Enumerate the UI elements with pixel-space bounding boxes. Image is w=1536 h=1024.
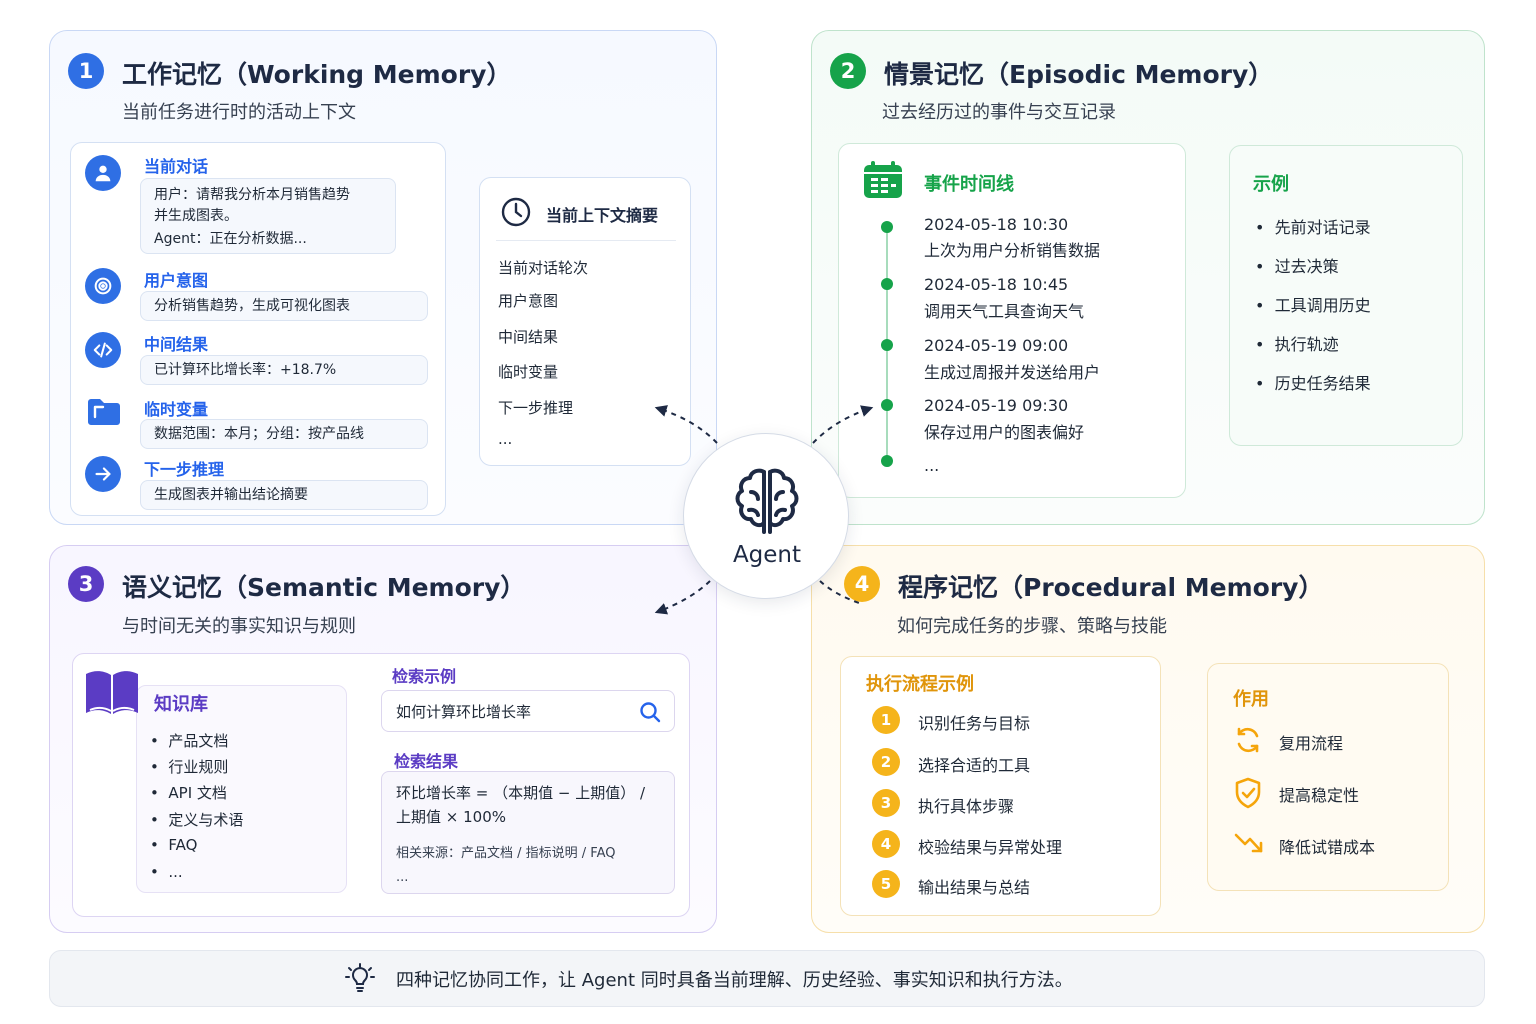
brain-icon bbox=[735, 468, 799, 534]
footer-text: 四种记忆协同工作，让 Agent 同时具备当前理解、历史经验、事实知识和执行方法… bbox=[396, 970, 1073, 991]
lightbulb-icon bbox=[344, 962, 376, 998]
arrow-to-procedural bbox=[819, 580, 863, 605]
arrow-to-episodic bbox=[812, 405, 874, 444]
arrow-to-working bbox=[654, 405, 718, 444]
agent-label: Agent bbox=[732, 542, 802, 568]
arrow-to-semantic bbox=[654, 580, 711, 615]
agent-node: Agent bbox=[683, 433, 849, 599]
